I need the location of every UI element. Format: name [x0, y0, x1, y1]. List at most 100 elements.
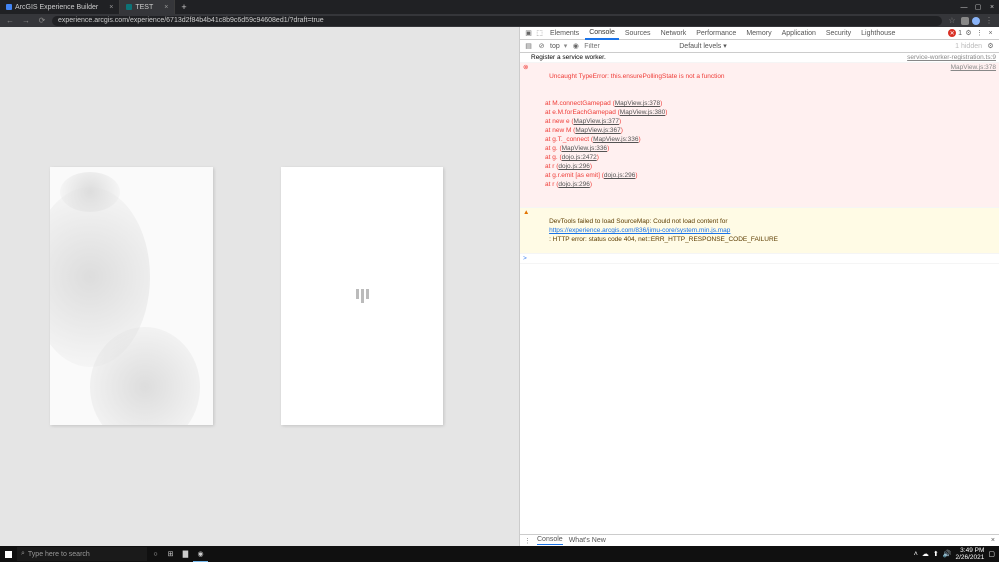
close-devtools-icon[interactable]: × — [986, 30, 995, 37]
stack-frame[interactable]: at g. (dojo.js:2472) — [545, 153, 951, 162]
warn-pre: DevTools failed to load SourceMap: Could… — [549, 218, 729, 225]
warning-icon: ▲ — [523, 208, 531, 253]
tab-lighthouse[interactable]: Lighthouse — [857, 27, 899, 40]
tab-elements[interactable]: Elements — [546, 27, 583, 40]
cloud-icon[interactable]: ☁ — [922, 550, 929, 558]
drawer-menu-icon[interactable]: ⋮ — [524, 537, 531, 545]
browser-tab-1[interactable]: TEST × — [120, 0, 175, 14]
log-source-link[interactable]: MapView.js:378 — [951, 63, 996, 207]
windows-logo-icon — [5, 551, 12, 558]
close-button[interactable]: × — [985, 0, 999, 14]
reload-button[interactable]: ⟳ — [36, 16, 48, 25]
tab-sources[interactable]: Sources — [621, 27, 655, 40]
menu-icon[interactable]: ⋮ — [983, 16, 995, 25]
tab-security[interactable]: Security — [822, 27, 855, 40]
extensions-icon[interactable] — [961, 17, 969, 25]
stack-frame[interactable]: at e.M.forEachGamepad (MapView.js:380) — [545, 108, 951, 117]
tray-chevron-icon[interactable]: ˄ — [914, 551, 918, 558]
tab-performance[interactable]: Performance — [692, 27, 740, 40]
map-widget-1[interactable] — [50, 167, 213, 425]
hillshade-basemap — [50, 167, 213, 425]
browser-titlebar: ArcGIS Experience Builder × TEST × + — ▢… — [0, 0, 999, 14]
forward-button[interactable]: → — [20, 16, 32, 25]
log-info: Register a service worker. service-worke… — [520, 53, 999, 63]
taskbar-clock[interactable]: 3:49 PM 2/26/2021 — [955, 547, 984, 561]
log-error: ⊗ Uncaught TypeError: this.ensurePolling… — [520, 63, 999, 208]
filter-input[interactable] — [584, 43, 675, 50]
url-text: experience.arcgis.com/experience/6713d2f… — [58, 17, 324, 24]
search-placeholder: Type here to search — [28, 551, 90, 558]
cortana-icon[interactable]: ○ — [148, 546, 163, 562]
close-icon[interactable]: × — [164, 4, 168, 11]
experience-viewport — [0, 27, 519, 546]
tab-title: ArcGIS Experience Builder — [15, 4, 98, 11]
log-warning: ▲ DevTools failed to load SourceMap: Cou… — [520, 208, 999, 254]
network-icon[interactable]: ⬆ — [933, 550, 939, 558]
new-tab-button[interactable]: + — [175, 2, 192, 12]
star-icon[interactable]: ☆ — [946, 16, 958, 25]
drawer-tab-console[interactable]: Console — [537, 536, 563, 545]
devtools-panel: ▣ ⬚ Elements Console Sources Network Per… — [519, 27, 999, 546]
warn-post: : HTTP error: status code 404, net::ERR_… — [549, 236, 778, 243]
settings-gear-icon[interactable]: ⚙ — [986, 42, 995, 50]
tab-memory[interactable]: Memory — [742, 27, 775, 40]
close-icon[interactable]: × — [109, 4, 113, 11]
windows-taskbar: ⌕ Type here to search ○ ⊞ ▇ ◉ ˄ ☁ ⬆ 🔊 3:… — [0, 546, 999, 562]
stack-trace: at M.connectGamepad (MapView.js:378)at e… — [531, 99, 951, 189]
more-icon[interactable]: ⋮ — [975, 29, 984, 37]
stack-frame[interactable]: at g.r.emit [as emit] (dojo.js:296) — [545, 171, 951, 180]
device-toggle-icon[interactable]: ⬚ — [535, 29, 544, 37]
back-button[interactable]: ← — [4, 16, 16, 25]
console-output[interactable]: Register a service worker. service-worke… — [520, 53, 999, 534]
prompt-icon: > — [523, 254, 531, 263]
clear-console-icon[interactable]: ⊘ — [537, 42, 546, 50]
chrome-taskbar-icon[interactable]: ◉ — [193, 546, 208, 562]
inspect-icon[interactable]: ▣ — [524, 29, 533, 37]
tab-console[interactable]: Console — [585, 27, 619, 40]
stack-frame[interactable]: at M.connectGamepad (MapView.js:378) — [545, 99, 951, 108]
log-levels-selector[interactable]: Default levels ▾ — [679, 42, 726, 50]
context-selector[interactable]: top — [550, 43, 560, 50]
log-source-link[interactable]: service-worker-registration.ts:9 — [907, 53, 996, 62]
stack-frame[interactable]: at g. (MapView.js:336) — [545, 144, 951, 153]
minimize-button[interactable]: — — [957, 0, 971, 14]
extension-icons: ☆ ⋮ — [946, 16, 995, 25]
drawer-tab-whatsnew[interactable]: What's New — [569, 537, 606, 544]
drawer-close-icon[interactable]: × — [991, 537, 995, 544]
maximize-button[interactable]: ▢ — [971, 0, 985, 14]
file-explorer-icon[interactable]: ▇ — [178, 546, 193, 562]
loading-spinner-icon — [356, 289, 369, 303]
volume-icon[interactable]: 🔊 — [943, 550, 952, 558]
browser-tab-0[interactable]: ArcGIS Experience Builder × — [0, 0, 120, 14]
eye-icon[interactable]: ◉ — [571, 42, 580, 50]
search-icon: ⌕ — [21, 550, 25, 558]
start-button[interactable] — [0, 546, 16, 562]
notifications-icon[interactable]: ▢ — [988, 550, 995, 558]
map-widget-2[interactable] — [281, 167, 443, 425]
error-counter[interactable]: ✕ 1 ⚙ ⋮ × — [948, 29, 995, 37]
favicon-icon — [126, 4, 132, 10]
profile-icon[interactable] — [972, 17, 980, 25]
favicon-icon — [6, 4, 12, 10]
tab-application[interactable]: Application — [778, 27, 820, 40]
stack-frame[interactable]: at new e (MapView.js:377) — [545, 117, 951, 126]
clock-date: 2/26/2021 — [955, 554, 984, 561]
page-content: ▣ ⬚ Elements Console Sources Network Per… — [0, 27, 999, 546]
devtools-drawer: ⋮ Console What's New × — [520, 534, 999, 546]
devtools-header: ▣ ⬚ Elements Console Sources Network Per… — [520, 27, 999, 40]
task-view-icon[interactable]: ⊞ — [163, 546, 178, 562]
stack-frame[interactable]: at g.T._connect (MapView.js:336) — [545, 135, 951, 144]
tab-network[interactable]: Network — [657, 27, 691, 40]
url-input[interactable]: experience.arcgis.com/experience/6713d2f… — [52, 16, 942, 26]
sidebar-toggle-icon[interactable]: ▤ — [524, 42, 533, 50]
log-message: Register a service worker. — [531, 53, 907, 62]
settings-icon[interactable]: ⚙ — [964, 29, 973, 37]
hidden-count[interactable]: 1 hidden — [955, 43, 982, 50]
stack-frame[interactable]: at new M (MapView.js:367) — [545, 126, 951, 135]
error-count: 1 — [958, 30, 962, 37]
stack-frame[interactable]: at r (dojo.js:296) — [545, 162, 951, 171]
console-prompt[interactable]: > — [520, 254, 999, 264]
taskbar-search[interactable]: ⌕ Type here to search — [17, 547, 147, 561]
stack-frame[interactable]: at r (dojo.js:296) — [545, 180, 951, 189]
warn-link[interactable]: https://experience.arcgis.com/836/jimu-c… — [549, 227, 730, 234]
